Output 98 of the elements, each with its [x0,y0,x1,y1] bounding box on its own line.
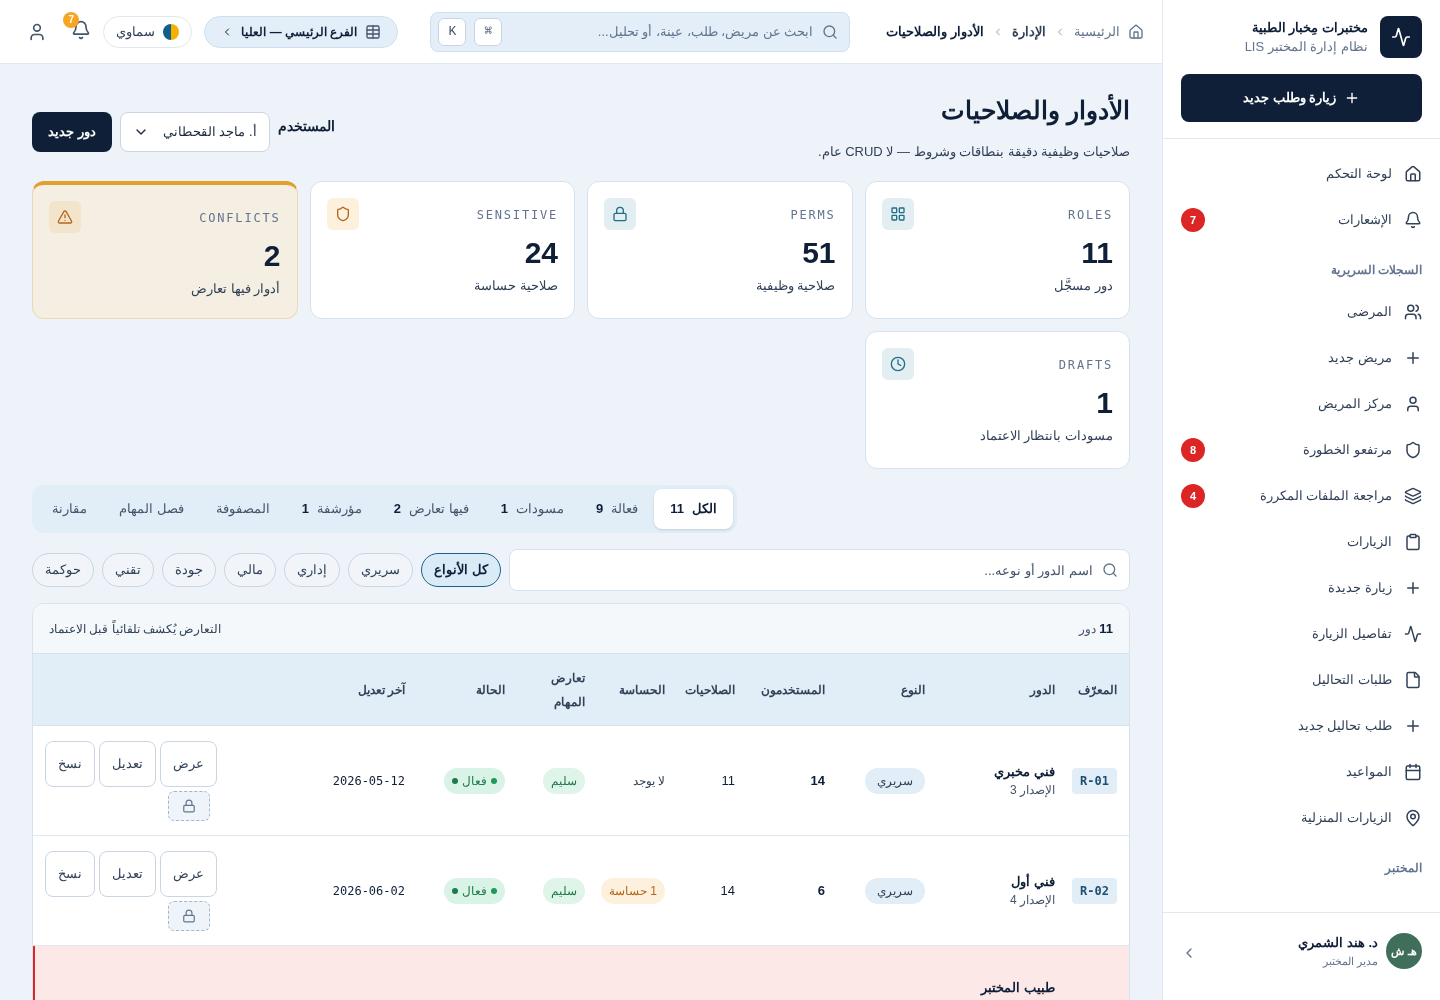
nav-item[interactable]: تفاصيل الزيارة [1312,624,1392,644]
page-subtitle: صلاحيات وظيفية دقيقة بنطاقات وشروط — لا CRUD عام. [817,142,1130,161]
stat-label: ROLES [1067,207,1113,224]
page-title: الأدوار والصلاحيات [940,93,1130,128]
nav-item[interactable]: طلب تحاليل جديد [1297,716,1392,736]
column-header: الدور [1028,681,1055,700]
nav-item[interactable]: لوحة التحكم [1326,164,1392,184]
role-id: R-01 [1072,767,1117,794]
user-role: مدير المختبر [1321,953,1378,969]
stat-caption: صلاحية حساسة [473,276,558,295]
action-button[interactable]: عرض [160,850,217,897]
breadcrumb-link[interactable]: الأدوار والصلاحيات [886,21,984,42]
filter-chip[interactable]: سريري [348,553,413,587]
nav-item[interactable]: زيارة جديدة [1328,578,1392,598]
column-header: الحساسة [618,681,665,699]
nav-item[interactable]: الزيارات [1347,532,1392,552]
filter-chip[interactable]: جودة [162,553,216,587]
modified-date: 2026-05-12 [331,772,405,790]
filter-chip[interactable]: حوكمة [32,553,94,587]
user-avatar: هـ ش [1386,933,1422,969]
modified-date: 2026-06-02 [331,882,405,900]
role-version: الإصدار 3 [1008,782,1055,800]
sod-tag: سليم [543,877,585,904]
stat-caption: دور مسجَّل [1053,276,1113,295]
type-tag: سريري [865,767,925,794]
stat-label: PERMS [790,207,836,224]
sensitive-tag: 1 حساسة [600,877,665,904]
role-id: R-02 [1072,877,1117,904]
shortcut-key: ⌘ [474,17,503,46]
sensitive-text: لا يوجد [631,772,665,790]
action-button[interactable]: تعديل [99,740,156,787]
role-name: فني أول [1010,872,1055,892]
type-tag: سريري [865,877,925,904]
filter-chip[interactable]: كل الأنواع [421,553,501,587]
column-header: الصلاحيات [684,681,735,699]
nav-section-label: المختبر [1383,860,1422,878]
new-role-button[interactable]: دور جديد [32,112,112,152]
new-visit-button[interactable]: زيارة وطلب جديد [1181,74,1422,122]
sod-tag: سليم [543,767,585,794]
filter-chip[interactable]: تقني [102,553,154,587]
branch-selector[interactable]: الفرع الرئيسي — العليا [204,15,399,48]
stat-caption: أدوار فيها تعارض [190,279,281,298]
notification-badge: 7 [63,11,80,28]
nav-badge: 4 [1181,484,1205,508]
perms-count: 14 [719,881,735,900]
nav-item[interactable]: طلبات التحاليل [1312,670,1392,690]
filter-chip[interactable]: مالي [224,553,276,587]
action-button[interactable]: عرض [160,740,217,787]
stat-label: SENSITIVE [476,207,558,224]
action-button[interactable]: نسخ [45,850,95,897]
stat-caption: صلاحية وظيفية [754,276,836,295]
users-count: 14 [809,771,825,790]
status-tag: فعال [444,767,505,794]
role-name: فني مخبري [993,762,1055,782]
stat-value: 51 [801,235,836,271]
perms-count: 11 [720,771,735,790]
action-button[interactable]: نسخ [45,740,95,787]
nav-section-label: السجلات السريرية [1329,262,1422,280]
stat-value: 11 [1080,235,1113,271]
stat-value: 2 [262,238,281,274]
user-label: المستخدم [277,117,335,137]
brand-title: مختبرات مِخبار الطبية [1250,18,1368,37]
action-button[interactable]: تعديل [99,850,156,897]
users-count: 6 [816,881,825,900]
column-header: آخر تعديل [356,681,405,700]
tab[interactable]: المصفوفة [199,489,286,529]
nav-item[interactable]: المرضى [1347,302,1392,322]
breadcrumb-link[interactable]: الإدارة [1012,21,1046,42]
nav-item[interactable]: الإشعارات [1338,210,1392,230]
column-header: النوع [900,681,925,700]
nav-item[interactable]: مركز المريض [1318,394,1392,414]
shortcut-key: K [438,17,467,46]
stat-label: DRAFTS [1058,357,1113,374]
user-select[interactable]: أ. ماجد القحطاني [119,112,270,152]
table-note: التعارض يُكشف تلقائياً قبل الاعتماد [49,619,222,638]
column-header: الحالة [475,681,505,699]
stat-label: CONFLICTS [199,210,281,227]
stat-value: 24 [523,235,558,271]
role-version: الإصدار 4 [1008,892,1055,910]
column-header: المعرّف [1077,681,1117,700]
nav-item[interactable]: مراجعة الملفات المكررة [1259,486,1392,506]
tab[interactable]: فصل المهام [103,489,200,529]
nav-badge: 8 [1181,438,1205,462]
stat-caption: مسودات بانتظار الاعتماد [978,426,1113,445]
nav-item[interactable]: مريض جديد [1328,348,1392,368]
tab[interactable]: مقارنة [36,489,103,529]
status-tag: فعال [444,877,505,904]
filter-chip[interactable]: إداري [284,553,340,587]
stat-value: 1 [1095,385,1113,421]
nav-item[interactable]: المواعيد [1346,762,1392,782]
nav-item[interactable]: الزيارات المنزلية [1301,808,1392,828]
nav-badge: 7 [1181,208,1205,232]
role-name: طبيب المختبر [979,979,1055,998]
breadcrumb-link[interactable]: الرئيسية [1074,21,1120,42]
user-name: د. هند الشمري [1297,934,1378,953]
nav-item[interactable]: مرتفعو الخطورة [1303,440,1392,460]
brand-subtitle: نظام إدارة المختبر LIS [1244,38,1368,57]
column-header: تعارض المهام [550,669,585,712]
